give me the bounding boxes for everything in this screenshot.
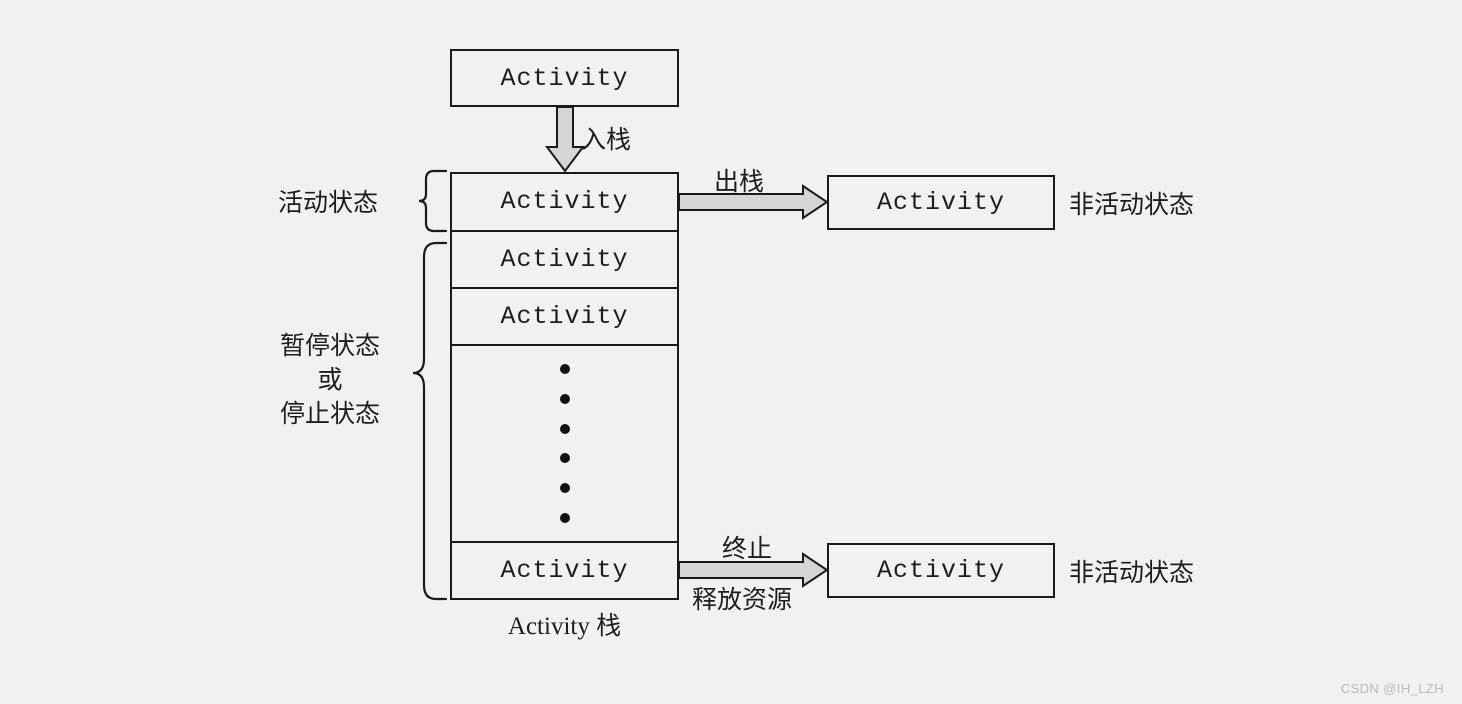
stack-cell-4: Activity <box>452 541 677 598</box>
activity-stack: Activity Activity Activity Activity <box>450 172 679 600</box>
ellipsis-dot <box>559 423 570 434</box>
stack-cell-2-label: Activity <box>500 302 629 331</box>
ellipsis-dot <box>559 453 570 464</box>
diagram-canvas: Activity 入栈 Activity Activity Activity A… <box>0 0 1462 704</box>
stack-cell-1: Activity <box>452 230 677 287</box>
ellipsis-dot <box>559 364 570 374</box>
terminate-target-activity-box: Activity <box>827 543 1055 598</box>
top-activity-box: Activity <box>450 49 679 107</box>
terminate-target-state-label: 非活动状态 <box>1069 560 1195 587</box>
watermark: CSDN @IH_LZH <box>1340 681 1444 696</box>
ellipsis-dot <box>559 483 570 494</box>
terminate-arrow-label-top: 终止 <box>722 536 773 563</box>
terminate-arrow-label-bottom: 释放资源 <box>692 587 793 614</box>
active-state-label: 活动状态 <box>278 190 379 217</box>
pop-target-state-label: 非活动状态 <box>1069 192 1195 219</box>
paused-stopped-state-label: 暂停状态 或 停止状态 <box>260 330 400 431</box>
pop-arrow-label: 出栈 <box>714 169 765 196</box>
stack-cell-0-label: Activity <box>500 186 629 216</box>
stack-caption: Activity 栈 <box>507 613 622 640</box>
stack-cell-ellipsis <box>452 344 677 541</box>
pop-target-activity-label: Activity <box>876 188 1006 217</box>
ellipsis-dot <box>559 512 570 523</box>
push-arrow-label: 入栈 <box>581 127 632 154</box>
stack-cell-1-label: Activity <box>500 245 629 274</box>
stack-cell-2: Activity <box>452 287 677 344</box>
ellipsis-dot <box>559 393 570 404</box>
paused-stopped-state-brace <box>412 241 448 601</box>
push-arrow <box>545 106 585 173</box>
paused-state-line-3: 停止状态 <box>279 400 380 428</box>
pop-target-activity-box: Activity <box>827 175 1055 230</box>
stack-cell-0: Activity <box>452 172 677 230</box>
stack-cell-4-label: Activity <box>500 556 629 585</box>
terminate-target-activity-label: Activity <box>876 556 1006 585</box>
paused-state-line-1: 暂停状态 <box>279 333 380 360</box>
active-state-brace <box>418 169 448 233</box>
top-activity-label: Activity <box>500 63 629 93</box>
paused-state-line-2: 或 <box>317 366 343 394</box>
